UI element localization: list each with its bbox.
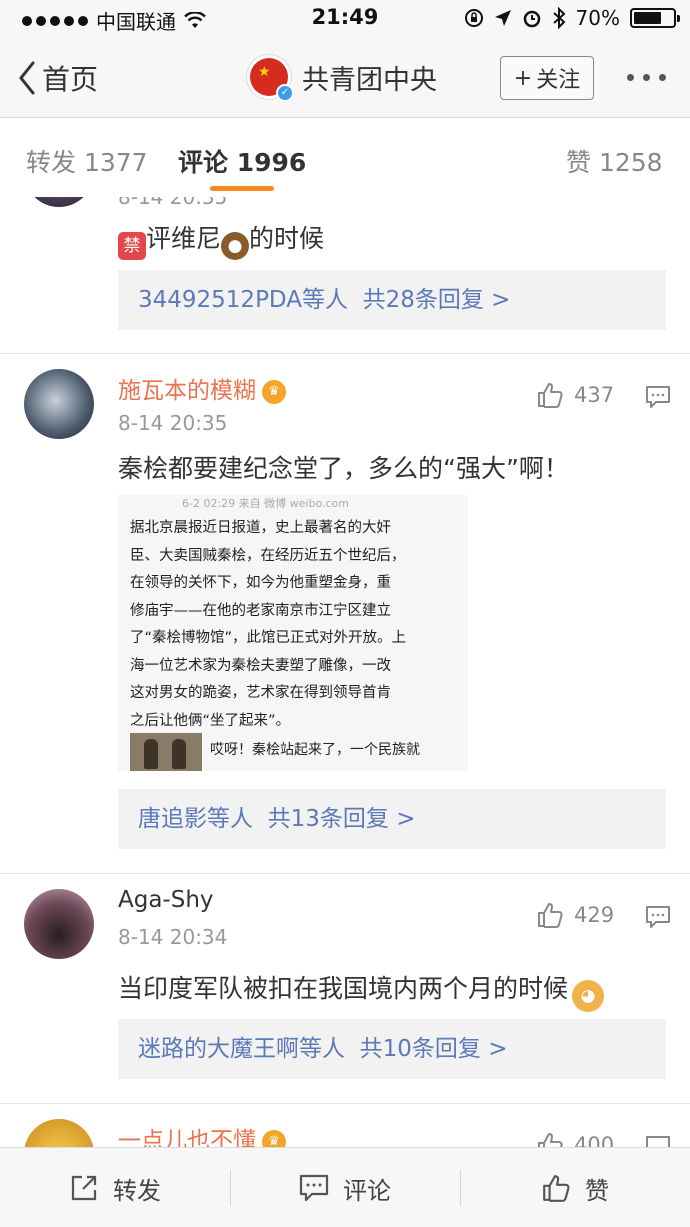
statue-thumbnail [130, 733, 202, 771]
tab-comments[interactable]: 评论 1996 [178, 143, 306, 179]
comment-label: 评论 [343, 1176, 391, 1205]
comment-text-suffix: 的时候 [249, 224, 325, 253]
bear-emoji-icon: ● [221, 232, 250, 260]
repost-button[interactable]: 转发 [0, 1148, 230, 1227]
comment-time: 8-14 20:35 [118, 411, 228, 435]
tab-bar: 转发 1377 评论 1996 赞 1258 [0, 119, 690, 197]
divider [0, 353, 690, 354]
like-button[interactable]: 437 [536, 381, 614, 409]
active-tab-indicator [210, 186, 274, 191]
comment-text-main: 评维尼 [146, 224, 222, 253]
reply-users: 迷路的大魔王啊等人 [138, 1036, 345, 1062]
chevron-left-icon [19, 61, 35, 95]
image-caption: 哎呀！秦桧站起来了，一个民族就 [210, 742, 420, 758]
thumbs-up-icon [543, 1175, 570, 1202]
bottom-toolbar: 转发 评论 赞 [0, 1147, 690, 1227]
like-count: 400 [574, 1133, 615, 1147]
nav-bar: 首页 ★ ✓ 共青团中央 + 关注 [0, 40, 690, 118]
like-button[interactable]: 429 [536, 901, 614, 929]
comment-text-main: 当印度军队被扣在我国境内两个月的时候 [118, 974, 569, 1003]
avatar[interactable] [24, 197, 94, 207]
more-options-button[interactable] [627, 74, 666, 81]
comment-image[interactable]: 6-2 02:29 来自 微博 weibo.com 据北京晨报近日报道，史上最著… [118, 495, 468, 771]
thumbs-up-icon [538, 903, 563, 928]
image-line: 之后让他俩“坐了起来”。 [130, 712, 291, 729]
doge-emoji-icon: ◕ [572, 980, 605, 1012]
comment-list[interactable]: 8-14 20:35 禁评维尼 ● 的时候 34492512PDA等人 共28条回复… [0, 197, 690, 1147]
image-line: 这对男女的跪姿，艺术家在得到领导首肯 [130, 685, 391, 701]
tab-likes[interactable]: 赞 1258 [566, 143, 663, 179]
image-line: 了“秦桧博物馆”，此馆已正式对外开放。上 [130, 630, 407, 646]
avatar[interactable] [24, 889, 94, 959]
reply-users: 唐追影等人 [138, 806, 253, 832]
vip-crown-icon: ♛ [262, 379, 286, 404]
back-button[interactable]: 首页 [18, 58, 98, 98]
like-button[interactable]: 400 [536, 1131, 614, 1147]
repost-label: 转发 [113, 1176, 161, 1205]
thumbs-up-icon [538, 383, 563, 408]
alarm-icon [523, 10, 540, 28]
account-header[interactable]: ★ ✓ 共青团中央 [246, 54, 437, 102]
reply-count: 共13条回复 > [267, 806, 416, 832]
rotation-lock-icon [464, 9, 483, 27]
comment-time: 8-14 20:35 [118, 197, 228, 209]
comment-text: 秦桧都要建纪念堂了，多么的“强大”啊！ [118, 454, 569, 483]
comment-username[interactable]: 一点儿也不懂 ♛ [118, 1121, 286, 1147]
image-line: 在领导的关怀下，如今为他重塑金身，重 [130, 575, 391, 591]
image-line: 海一位艺术家为秦桧夫妻塑了雕像，一改 [130, 657, 391, 674]
reply-icon[interactable] [645, 905, 671, 929]
back-label: 首页 [42, 63, 99, 96]
comment-username[interactable]: Aga-Shy [118, 887, 214, 913]
like-count: 437 [574, 383, 615, 407]
reply-icon[interactable] [645, 385, 671, 409]
reply-summary[interactable]: 34492512PDA等人 共28条回复 > [118, 270, 666, 330]
avatar[interactable] [24, 369, 94, 439]
plus-icon: + [513, 65, 533, 91]
comment-text: 当印度军队被扣在我国境内两个月的时候 ◕ [118, 969, 605, 1012]
battery-fill [634, 12, 661, 24]
comment-username[interactable]: 施瓦本的模糊 ♛ [118, 371, 286, 405]
reply-summary[interactable]: 迷路的大魔王啊等人 共10条回复 > [118, 1019, 666, 1079]
bluetooth-icon [552, 7, 565, 29]
reply-users: 34492512PDA等人 [138, 287, 348, 313]
vip-crown-icon: ♛ [262, 1129, 286, 1147]
comment-icon [299, 1174, 329, 1202]
like-post-button[interactable]: 赞 [460, 1148, 690, 1227]
like-label: 赞 [585, 1176, 609, 1205]
reply-icon[interactable] [645, 1135, 671, 1147]
account-avatar: ★ ✓ [246, 54, 294, 102]
comment-text: 禁评维尼 ● 的时候 [118, 219, 324, 260]
username-text: 施瓦本的模糊 [118, 378, 256, 404]
image-line: 臣、大卖国贼秦桧，在经历近五个世纪后， [130, 547, 406, 564]
follow-label: 关注 [536, 68, 581, 93]
comment-time: 8-14 20:34 [118, 925, 228, 949]
thumbs-up-icon [538, 1133, 563, 1147]
like-count: 429 [574, 903, 615, 927]
image-source-line: 6-2 02:29 来自 微博 weibo.com [182, 497, 349, 510]
status-right: 70% [464, 6, 680, 30]
status-bar: 中国联通 21:49 70% [0, 0, 690, 40]
follow-button[interactable]: + 关注 [500, 56, 594, 100]
image-line: 据北京晨报近日报道，史上最著名的大奸 [130, 520, 391, 536]
divider [0, 1103, 690, 1104]
tab-repost[interactable]: 转发 1377 [26, 143, 148, 179]
avatar[interactable] [24, 1119, 94, 1147]
reply-count: 共28条回复 > [362, 287, 511, 313]
verified-badge-icon: ✓ [276, 84, 294, 102]
image-paragraph: 据北京晨报近日报道，史上最著名的大奸 臣、大卖国贼秦桧，在经历近五个世纪后， 在… [130, 515, 460, 735]
image-line: 修庙宇——在他的老家南京市江宁区建立 [130, 602, 391, 619]
reply-summary[interactable]: 唐追影等人 共13条回复 > [118, 789, 666, 849]
comment-button[interactable]: 评论 [230, 1148, 460, 1227]
account-title: 共青团中央 [302, 64, 437, 96]
divider [0, 873, 690, 874]
battery-percent: 70% [575, 6, 620, 30]
username-text: 一点儿也不懂 [118, 1128, 256, 1147]
share-icon [71, 1175, 97, 1201]
forbidden-emoji-icon: 禁 [118, 232, 146, 260]
location-icon [494, 10, 511, 26]
reply-count: 共10条回复 > [359, 1036, 508, 1062]
battery-icon [630, 8, 680, 28]
